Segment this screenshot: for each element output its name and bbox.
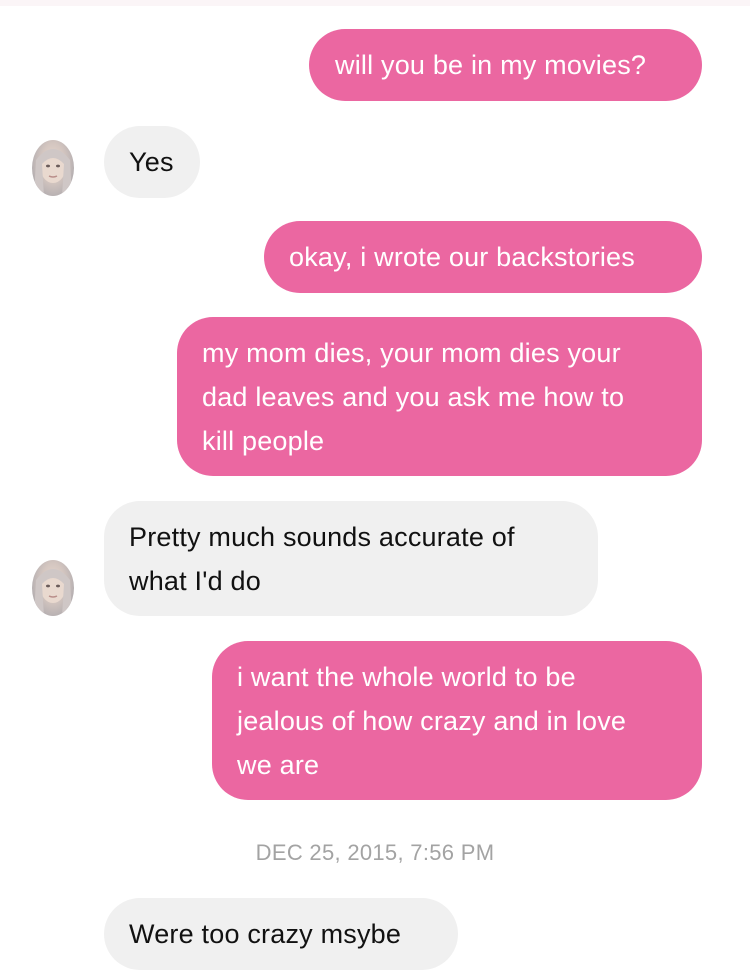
message-text: Pretty much sounds accurate of <box>129 522 515 552</box>
message-text: we are <box>237 750 320 780</box>
sent-message[interactable]: i want the whole world to be jealous of … <box>212 641 702 800</box>
message-text: Yes <box>129 147 174 177</box>
message-text: will you be in my movies? <box>335 50 647 80</box>
sent-message[interactable]: my mom dies, your mom dies your dad leav… <box>177 317 702 476</box>
top-edge <box>0 0 750 6</box>
message-text: kill people <box>202 426 325 456</box>
sent-message[interactable]: okay, i wrote our backstories <box>264 221 702 293</box>
received-message[interactable]: Pretty much sounds accurate of what I'd … <box>104 501 598 616</box>
message-text: Were too crazy msybe <box>129 919 402 949</box>
message-text: what I'd do <box>129 566 261 596</box>
message-text: my mom dies, your mom dies your <box>202 338 621 368</box>
sent-message[interactable]: will you be in my movies? <box>309 29 702 101</box>
contact-avatar-icon[interactable] <box>32 140 74 196</box>
message-text: dad leaves and you ask me how to <box>202 382 625 412</box>
message-text: i want the whole world to be <box>237 662 576 692</box>
contact-avatar-icon[interactable] <box>32 560 74 616</box>
received-message[interactable]: Were too crazy msybe <box>104 898 458 970</box>
message-text: jealous of how crazy and in love <box>237 706 627 736</box>
conversation-timestamp: DEC 25, 2015, 7:56 PM <box>255 840 495 865</box>
message-text: okay, i wrote our backstories <box>289 242 635 272</box>
received-message[interactable]: Yes <box>104 126 200 198</box>
